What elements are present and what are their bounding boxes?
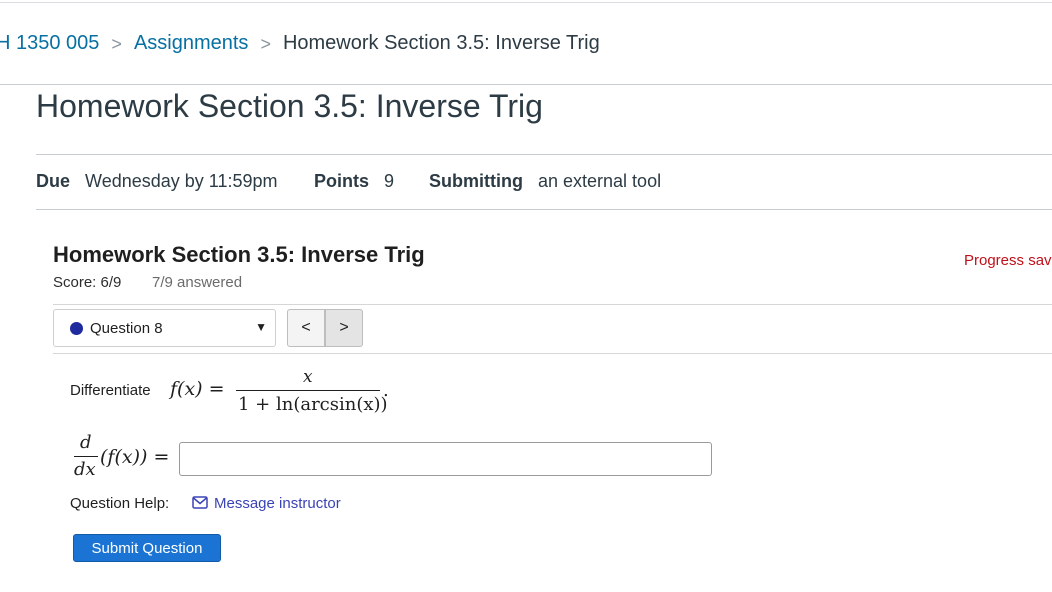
question-help-label: Question Help: [70,495,170,512]
envelope-icon [192,496,208,509]
question-select-label: Question 8 [90,320,163,337]
details-bottom-divider [36,209,1052,210]
next-question-button[interactable]: > [325,309,363,347]
question-period: . [383,380,389,401]
toolbar-top-divider [53,304,1052,305]
points-label: Points [314,171,370,191]
caret-down-icon: ▼ [255,320,267,334]
submitting-detail: Submitting an external tool [429,170,661,192]
page-title: Homework Section 3.5: Inverse Trig [36,88,543,124]
previous-question-button[interactable]: < [287,309,325,347]
breadcrumb-current: Homework Section 3.5: Inverse Trig [282,31,600,54]
breadcrumb-assignments-link[interactable]: Assignments [134,32,249,55]
score-text: Score: 6/9 [53,274,122,291]
derivative-bar [74,456,98,457]
submitting-value: an external tool [538,171,662,191]
derivative-denominator: dx [74,459,96,480]
submit-question-button[interactable]: Submit Question [73,534,221,562]
fraction-denominator: 1 + ln(arcsin(x)) [238,394,388,415]
breadcrumb: H 1350 005 > Assignments > Homework Sect… [0,30,600,56]
chevron-left-icon: < [301,319,311,336]
top-divider [0,2,1052,3]
points-value: 9 [384,171,395,191]
due-detail: Due Wednesday by 11:59pm [36,170,278,192]
function-lhs: f(x) = [170,378,225,400]
fraction-bar [236,390,380,391]
details-top-divider [36,154,1052,155]
answer-input[interactable] [179,442,712,476]
points-detail: Points 9 [314,170,394,192]
answered-count: 7/9 answered [152,274,243,291]
breadcrumb-course-link[interactable]: H 1350 005 [0,32,99,55]
question-status-icon [70,322,83,335]
due-value: Wednesday by 11:59pm [85,171,278,191]
question-prompt: Differentiate [70,382,151,399]
fraction-numerator: x [303,367,313,387]
message-instructor-link[interactable]: Message instructor [214,495,341,512]
derivative-numerator: d [80,432,92,453]
submitting-label: Submitting [429,171,523,191]
breadcrumb-separator-icon: > [111,33,122,54]
due-label: Due [36,171,71,191]
toolbar-bottom-divider [53,353,1052,354]
chevron-right-icon: > [339,319,349,336]
question-select[interactable]: Question 8 ▼ [53,309,276,347]
derivative-expression: (f(x)) = [100,446,170,468]
breadcrumb-separator-icon: > [260,33,271,54]
progress-status: Progress sav [964,252,1052,269]
assignment-title: Homework Section 3.5: Inverse Trig [53,242,425,267]
